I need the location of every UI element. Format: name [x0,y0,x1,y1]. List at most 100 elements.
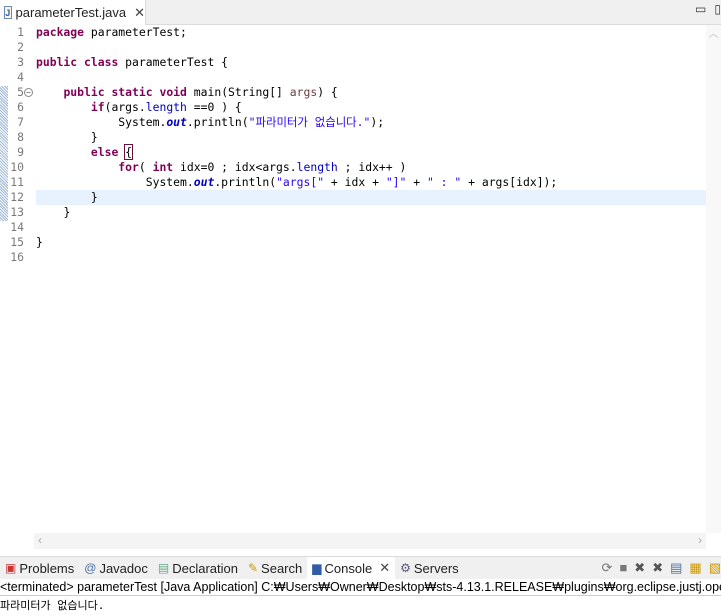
line-number: 10 [10,160,24,174]
code-token: idx=0 ; idx<args. [173,160,297,174]
code-token: out [166,115,187,129]
scroll-lock-icon[interactable]: ▦ [689,560,701,576]
tab-label: Console [324,560,373,576]
code-token: for [118,160,139,174]
editor-tab[interactable]: J parameterTest.java ✕ [0,0,146,25]
at-icon: @ [84,561,97,575]
tab-label: Search [261,560,303,576]
code-token: + args[idx]); [461,175,558,189]
code-token: "파라미터가 없습니다." [248,115,371,129]
line-number: 16 [10,250,24,264]
minimize-icon[interactable]: ▭ [695,2,706,16]
code-token: if [90,100,105,114]
code-token: } [63,205,71,219]
line-number: 7 [17,115,24,129]
line-number: 9 [17,145,24,159]
editor-tab-bar: J parameterTest.java ✕ ▭ ▯ [0,0,721,25]
code-token: " : " [426,175,462,189]
code-token: main(String[] [186,85,290,99]
code-token: length [296,160,338,174]
code-token: parameterTest { [118,55,229,69]
servers-icon: ⚙ [400,561,411,575]
code-token: .println( [186,115,249,129]
code-token: ; idx++ ) [337,160,407,174]
code-token: System. [145,175,194,189]
code-token: parameterTest; [84,25,187,39]
tab-label: Declaration [172,560,238,576]
code-token: public [36,55,78,69]
code-token: ( [138,160,153,174]
code-token: int [152,160,174,174]
console-status: <terminated> parameterTest [Java Applica… [0,580,721,596]
line-number: 5 [17,85,24,99]
console-icon: ▆ [312,561,322,575]
code-token: length [145,100,187,114]
code-token: out [193,175,215,189]
line-number: 15 [10,235,24,249]
tab-console[interactable]: ▆ Console ✕ [307,556,396,580]
code-token: } [90,190,98,204]
code-token: "args[" [276,175,325,189]
console-toolbar: ⟳ ■ ✖ ✖ ▤ ▦ ▧ [602,560,721,576]
tab-declaration[interactable]: ▤ Declaration [153,557,243,580]
line-number: 11 [10,175,24,189]
code-token: .println( [214,175,277,189]
code-token: + idx + [324,175,386,189]
line-number: 12 [10,190,24,204]
line-number: 1 [17,25,24,39]
code-token: ); [370,115,385,129]
code-token: System. [118,115,167,129]
code-token: } [90,130,98,144]
code-token: + [406,175,427,189]
close-icon[interactable]: ✕ [379,560,390,576]
code-token: else [90,145,119,159]
scroll-left-icon[interactable]: ‹ [38,533,42,549]
line-number: 14 [10,220,24,234]
code-token: } [36,235,43,249]
vertical-scrollbar[interactable]: ︿ [706,25,721,533]
console-output: 파라미터가 없습니다. [0,599,105,612]
tab-label: Javadoc [99,560,148,576]
scroll-right-icon[interactable]: › [698,533,702,549]
code-token: ) { [317,85,338,99]
line-number: 6 [17,100,24,114]
line-number: 13 [10,205,24,219]
horizontal-scrollbar[interactable]: ‹ › [34,533,706,549]
code-token: "]" [385,175,407,189]
code-token: public [63,85,105,99]
java-file-icon: J [4,6,12,19]
code-token: args [289,85,318,99]
code-token: (args. [104,100,146,114]
line-number: 3 [17,55,24,69]
search-icon: ✎ [247,561,259,575]
code-token: package [36,25,85,39]
matching-bracket: { [124,144,134,160]
code-token: class [84,55,119,69]
line-number: 8 [17,130,24,144]
tab-javadoc[interactable]: @ Javadoc [79,557,153,580]
editor-tab-title: parameterTest.java [15,5,127,20]
line-number: 4 [17,70,24,84]
code-token: static [111,85,153,99]
tab-servers[interactable]: ⚙ Servers [395,557,464,580]
declaration-icon: ▤ [157,561,170,575]
remove-all-terminated-icon[interactable]: ✖ [652,560,663,576]
maximize-icon[interactable]: ▯ [714,2,721,16]
fold-collapse-icon[interactable]: − [24,88,33,97]
close-icon[interactable]: ✕ [134,5,145,21]
code-editor[interactable]: 1 package parameterTest; 2 3 public class … [0,25,706,265]
tab-label: Servers [413,560,459,576]
clear-console-icon[interactable]: ▤ [670,560,682,576]
problems-icon: ▣ [5,561,17,575]
tab-label: Problems [19,560,75,576]
word-wrap-icon[interactable]: ▧ [709,560,721,576]
tab-search[interactable]: ✎ Search [243,557,307,580]
code-token: void [159,85,187,99]
code-token: ==0 ) { [186,100,242,114]
terminate-icon[interactable]: ■ [619,560,627,576]
remove-launch-icon[interactable]: ✖ [634,560,645,576]
relaunch-icon[interactable]: ⟳ [602,560,613,576]
tab-problems[interactable]: ▣ Problems [0,557,79,580]
line-number: 2 [17,40,24,54]
